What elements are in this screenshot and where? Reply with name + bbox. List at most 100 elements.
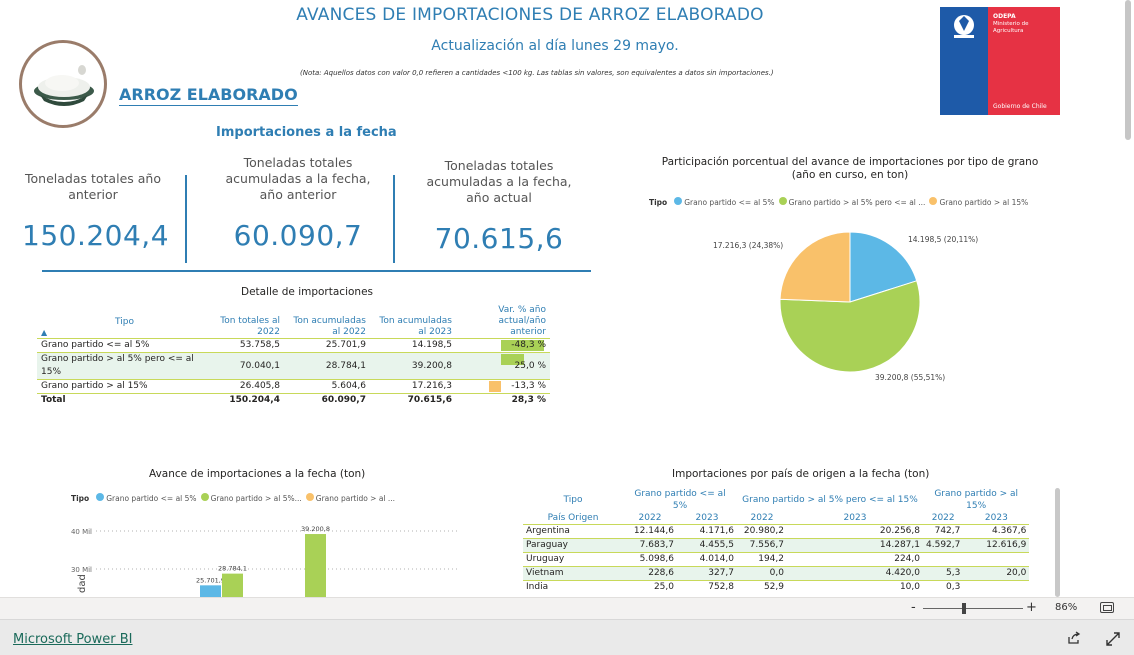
col-header-year[interactable]: 2023 [787,512,923,525]
col-header-group[interactable]: Grano partido <= al 5% [623,488,737,512]
table-row[interactable]: Uruguay 5.098,6 4.014,0 194,2 224,0 [523,552,1030,567]
table-scrollbar[interactable] [1055,488,1060,597]
page-scrollbar[interactable] [1125,0,1131,140]
col-header-a2023[interactable]: Ton acumuladas al 2023 [370,305,456,339]
cell-a2023: 39.200,8 [370,352,456,380]
y-axis-label: dad [77,574,88,593]
cell-country: Vietnam [523,566,623,581]
bar[interactable] [305,534,326,597]
report-title: AVANCES DE IMPORTACIONES DE ARROZ ELABOR… [296,5,764,25]
cell-country: Paraguay [523,538,623,553]
legend-item[interactable]: Grano partido > al 15% [929,197,1028,207]
col-header-year[interactable]: 2022 [923,512,963,525]
kpi-acum-curr: Toneladas totales acumuladas a la fecha,… [421,158,577,255]
table-row[interactable]: Argentina 12.144,6 4.171,6 20.980,2 20.256,8… [523,524,1030,539]
powerbi-link[interactable]: Microsoft Power BI [13,632,132,647]
bar[interactable] [222,573,243,597]
col-header-year[interactable]: 2023 [677,512,737,525]
pie-slice[interactable] [779,231,851,303]
col-header-pais[interactable]: País Origen [523,512,623,525]
kpi-label: Toneladas totales acumuladas a la fecha,… [225,155,371,202]
cell-a2023: 70.615,6 [370,393,456,407]
var-text: -13,3 % [511,381,546,391]
cell-value: 20.980,2 [737,524,787,539]
zoom-in-button[interactable]: + [1026,600,1037,615]
cell-value [923,552,964,567]
cell-tipo: Grano partido > al 15% [37,379,212,394]
cell-country: India [523,580,623,594]
cell-value: 752,8 [677,580,737,594]
col-header-year[interactable]: 2023 [963,512,1029,525]
col-header-t2022[interactable]: Ton totales al 2022 [212,305,284,339]
cell-value: 0,3 [923,580,964,594]
bar-value-label: 25.701,9 [196,576,225,584]
pie-label: 17.216,3 (24,38%) [713,241,784,250]
zoom-out-button[interactable]: - [911,600,916,615]
report-note: (Nota: Aquellos datos con valor 0,0 refi… [300,69,774,77]
cell-value: 4.014,0 [677,552,737,567]
pie-legend: Tipo Grano partido <= al 5% Grano partid… [649,197,1028,207]
kpi-divider [185,175,187,263]
country-sub-header: País Origen 2022 2023 2022 2023 2022 202… [523,512,1029,525]
detail-header-row: Tipo ▲ Ton totales al 2022 Ton acumulada… [37,305,550,339]
zoom-slider-thumb[interactable] [962,603,966,614]
col-header-var[interactable]: Var. % año actual/año anterior [456,305,550,339]
table-row[interactable]: India 25,0 752,8 52,9 10,0 0,3 [523,580,1030,594]
cell-var: -13,3 % [456,379,550,394]
col-header-group[interactable]: Grano partido > al 15% [923,488,1029,512]
legend-item[interactable]: Grano partido > al 5% pero <= al ... [778,197,925,207]
col-header-year[interactable]: 2022 [737,512,787,525]
kpi-value: 70.615,6 [434,222,564,255]
country-table: Tipo Grano partido <= al 5% Grano partid… [523,488,1030,594]
legend-item[interactable]: Grano partido <= al 5% [96,493,197,503]
table-row[interactable]: Paraguay 7.683,7 4.455,5 7.556,7 14.287,1 4.5… [523,538,1030,553]
cell-value: 4.592,7 [923,538,964,553]
table-row[interactable]: Grano partido > al 15% 26.405,8 5.604,6 … [37,379,550,394]
y-tick-label: 30 Mil [71,566,92,574]
col-header-group[interactable]: Grano partido > al 5% pero <= al 15% [737,488,923,512]
cell-a2022: 25.701,9 [284,338,370,353]
bar-value-label: 39.200,8 [301,525,330,533]
country-table-title: Importaciones por país de origen a la fe… [672,468,930,480]
bar-legend: Tipo Grano partido <= al 5% Grano partid… [71,493,395,503]
cell-value [963,580,1030,594]
bar-chart[interactable]: 40 Mil 30 Mildad 25.701,9 28.784,1 39.200,8 [60,515,460,597]
kpi-underline [42,270,591,272]
col-header-tipo[interactable]: Tipo [523,488,623,512]
legend-item[interactable]: Grano partido > al 5%... [200,493,302,503]
col-header-a2022[interactable]: Ton acumuladas al 2022 [284,305,370,339]
odepa-logo: ODEPA Ministerio de Agricultura Gobierno… [940,7,1060,115]
sort-asc-icon[interactable]: ▲ [41,328,208,338]
zoom-slider-track[interactable] [923,608,1023,609]
pie-label: 39.200,8 (55,51%) [875,373,946,382]
pie-label: 14.198,5 (20,11%) [908,235,979,244]
cell-value: 327,7 [677,566,737,581]
col-header-tipo[interactable]: Tipo ▲ [37,305,212,339]
section-title: Importaciones a la fecha [216,125,397,140]
legend-title: Tipo [71,493,90,503]
share-icon[interactable] [1067,631,1081,645]
cell-tipo: Grano partido <= al 5% [37,338,212,353]
cell-value: 194,2 [737,552,787,567]
table-row[interactable]: Grano partido <= al 5% 53.758,5 25.701,9… [37,338,550,353]
fullscreen-icon[interactable] [1105,631,1121,647]
legend-item[interactable]: Grano partido > al ... [305,493,395,503]
pie-chart[interactable] [770,222,930,382]
fit-to-page-icon[interactable] [1100,602,1114,613]
cell-value [963,552,1030,567]
var-bar [489,381,501,392]
footer-bar: Microsoft Power BI [0,619,1134,655]
cell-value: 0,0 [737,566,787,581]
cell-value: 4.420,0 [787,566,923,581]
kpi-divider [393,175,395,263]
cell-value: 5.098,6 [623,552,677,567]
table-row[interactable]: Vietnam 228,6 327,7 0,0 4.420,0 5,3 20,0 [523,566,1030,581]
product-title: ARROZ ELABORADO [119,85,298,106]
table-row[interactable]: Grano partido > al 5% pero <= al 15% 70.… [37,352,550,380]
bar[interactable] [200,585,221,597]
col-header-year[interactable]: 2022 [623,512,677,525]
cell-value: 4.367,6 [963,524,1030,539]
cell-a2023: 14.198,5 [370,338,456,353]
legend-item[interactable]: Grano partido <= al 5% [674,197,775,207]
cell-value: 742,7 [923,524,964,539]
